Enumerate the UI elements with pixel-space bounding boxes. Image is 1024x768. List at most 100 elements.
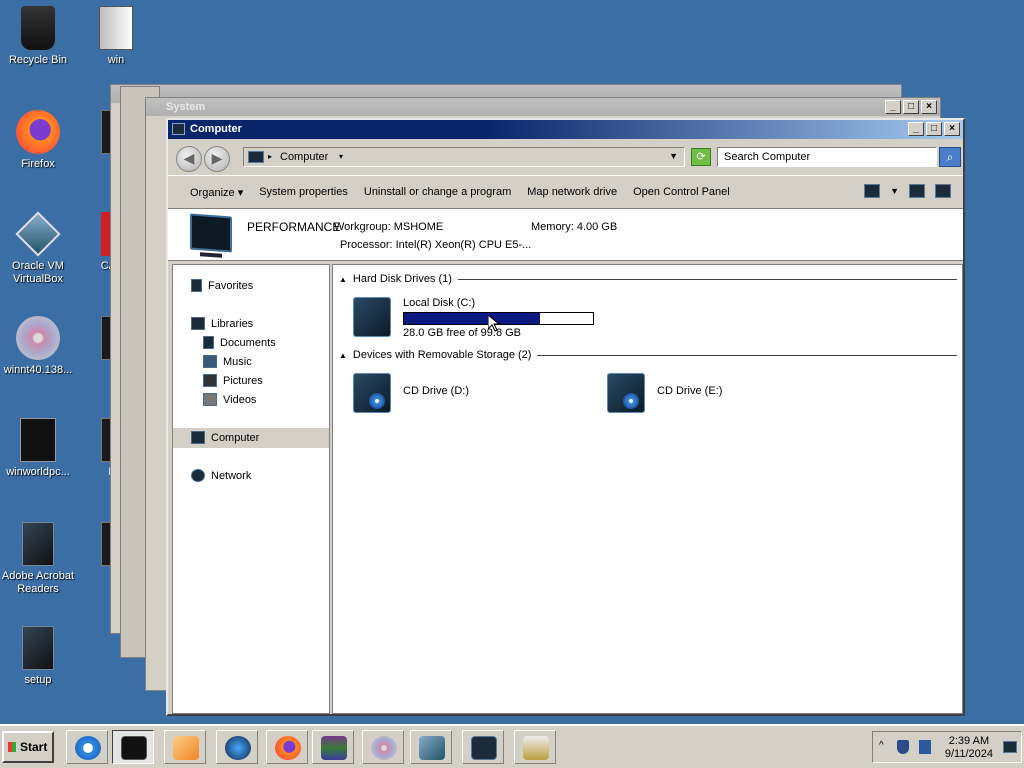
- nav-item-documents[interactable]: Documents: [203, 336, 276, 349]
- uninstall-program-button[interactable]: Uninstall or change a program: [356, 186, 519, 198]
- drive-label: CD Drive (E:): [657, 385, 723, 397]
- cd-drive-icon: [349, 369, 395, 415]
- taskbar-network[interactable]: [216, 730, 258, 764]
- address-bar[interactable]: ▸ Computer ▾ ▼: [243, 147, 685, 167]
- show-hidden-icons-button[interactable]: ^: [879, 740, 884, 751]
- desktop-icon-virtualbox[interactable]: Oracle VM VirtualBox: [0, 211, 76, 286]
- chevron-down-icon[interactable]: ▼: [890, 186, 899, 196]
- taskbar-cd[interactable]: [362, 730, 404, 764]
- computer-icon: [172, 123, 185, 135]
- libraries-icon: [191, 317, 205, 330]
- media-player-icon: [173, 736, 199, 760]
- organize-button[interactable]: Organize ▾: [182, 186, 251, 199]
- memory-label: Memory: 4.00 GB: [531, 221, 618, 233]
- search-button[interactable]: ⌕: [939, 147, 961, 167]
- pictures-icon: [203, 374, 217, 387]
- desktop-icon-label: winworldpc...: [6, 466, 70, 478]
- forward-button[interactable]: ▶: [204, 146, 230, 172]
- nav-item-libraries[interactable]: Libraries: [191, 317, 253, 330]
- taskbar-winrar[interactable]: [312, 730, 354, 764]
- nav-item-music[interactable]: Music: [203, 355, 252, 368]
- back-button[interactable]: ◀: [176, 146, 202, 172]
- desktop-icon-adobe-acrobat[interactable]: Adobe Acrobat Readers: [0, 522, 76, 596]
- taskbar-display[interactable]: [462, 730, 504, 764]
- desktop-icon-label: Recycle Bin: [8, 54, 68, 66]
- taskbar-media-player[interactable]: [164, 730, 206, 764]
- details-pane: PERFORMANCE Workgroup: MSHOME Memory: 4.…: [168, 209, 963, 261]
- group-header-removable-storage[interactable]: ▲ Devices with Removable Storage (2): [339, 349, 957, 361]
- documents-icon: [203, 336, 214, 349]
- drive-free-space: 28.0 GB free of 99.8 GB: [403, 327, 522, 339]
- computer-icon: [190, 213, 232, 253]
- content-pane: ▲ Hard Disk Drives (1) Local Disk (C:) 2…: [332, 264, 963, 714]
- recycle-bin-icon: [21, 6, 55, 50]
- collapse-arrow-icon[interactable]: ▲: [339, 351, 347, 360]
- system-tray: ^ 2:39 AM 9/11/2024: [872, 731, 1022, 763]
- taskbar-virtualbox[interactable]: [410, 730, 452, 764]
- workgroup-label: Workgroup: MSHOME: [334, 221, 444, 233]
- preview-pane-icon[interactable]: [909, 184, 925, 198]
- taskbar-firefox[interactable]: [266, 730, 308, 764]
- firefox-icon: [275, 736, 301, 760]
- nav-item-favorites[interactable]: Favorites: [191, 279, 253, 292]
- nav-item-videos[interactable]: Videos: [203, 393, 256, 406]
- desktop-icon-recycle-bin[interactable]: Recycle Bin: [0, 6, 76, 67]
- desktop-icon-firefox[interactable]: Firefox: [0, 110, 76, 171]
- nav-item-computer[interactable]: Computer: [191, 431, 259, 444]
- refresh-button[interactable]: ⟳: [691, 148, 711, 166]
- drive-usage-fill: [404, 313, 541, 324]
- drive-item-d[interactable]: CD Drive (D:): [349, 369, 549, 419]
- map-network-drive-button[interactable]: Map network drive: [519, 186, 625, 198]
- group-header-hard-disk-drives[interactable]: ▲ Hard Disk Drives (1): [339, 273, 957, 285]
- dropdown-arrow-icon[interactable]: ▼: [669, 151, 678, 161]
- window-title: Computer: [190, 123, 242, 135]
- virtualbox-icon: [15, 211, 61, 257]
- taskbar-computer[interactable]: [112, 730, 154, 764]
- help-icon[interactable]: [935, 184, 951, 198]
- close-button[interactable]: ×: [921, 100, 937, 114]
- videos-icon: [203, 393, 217, 406]
- minimize-button[interactable]: _: [908, 122, 924, 136]
- display-icon: [471, 736, 497, 760]
- show-desktop-icon[interactable]: [1003, 741, 1017, 753]
- minimize-button[interactable]: _: [885, 100, 901, 114]
- window-titlebar: Computer _ □ ×: [168, 120, 963, 139]
- chevron-right-icon: ▸: [268, 152, 273, 161]
- drive-item-c[interactable]: Local Disk (C:) 28.0 GB free of 99.8 GB: [349, 293, 609, 349]
- chevron-down-icon[interactable]: ▾: [339, 152, 343, 161]
- search-input[interactable]: Search Computer: [717, 147, 937, 167]
- setup-icon: [22, 626, 54, 670]
- desktop-icon-winworldpc[interactable]: winworldpc...: [0, 418, 76, 479]
- mouse-cursor-icon: [488, 315, 500, 332]
- drive-item-e[interactable]: CD Drive (E:): [603, 369, 803, 419]
- close-button[interactable]: ×: [944, 122, 960, 136]
- desktop-icon-setup[interactable]: setup: [0, 626, 76, 687]
- cd-icon: [16, 316, 60, 360]
- drive-label: CD Drive (D:): [403, 385, 469, 397]
- security-icon[interactable]: [897, 740, 909, 754]
- maximize-button[interactable]: □: [926, 122, 942, 136]
- clock[interactable]: 2:39 AM 9/11/2024: [945, 735, 993, 761]
- nav-item-network[interactable]: Network: [191, 469, 251, 482]
- desktop-icon-winnt40[interactable]: winnt40.138...: [0, 316, 76, 377]
- nav-item-pictures[interactable]: Pictures: [203, 374, 263, 387]
- maximize-button[interactable]: □: [903, 100, 919, 114]
- start-button[interactable]: Start: [2, 731, 54, 763]
- clock-time: 2:39 AM: [948, 735, 990, 747]
- open-control-panel-button[interactable]: Open Control Panel: [625, 186, 738, 198]
- system-properties-button[interactable]: System properties: [251, 186, 356, 198]
- drive-icon: [523, 736, 549, 760]
- desktop-icon-label: Adobe Acrobat Readers: [1, 570, 75, 595]
- taskbar: Start ^ 2:39 AM 9/11/2024: [0, 724, 1024, 768]
- volume-icon[interactable]: [919, 740, 931, 754]
- desktop-icon-label: Firefox: [21, 158, 55, 170]
- firefox-icon: [16, 110, 60, 154]
- computer-window[interactable]: Computer _ □ × ◀ ▶ ▸ Computer ▾ ▼ ⟳ Sear…: [166, 118, 965, 716]
- taskbar-drive[interactable]: [514, 730, 556, 764]
- divider: [537, 354, 957, 356]
- desktop-icon-win[interactable]: win: [78, 6, 154, 67]
- change-view-icon[interactable]: [864, 184, 881, 198]
- collapse-arrow-icon[interactable]: ▲: [339, 275, 347, 284]
- taskbar-internet-explorer[interactable]: [66, 730, 108, 764]
- favorites-icon: [191, 279, 202, 292]
